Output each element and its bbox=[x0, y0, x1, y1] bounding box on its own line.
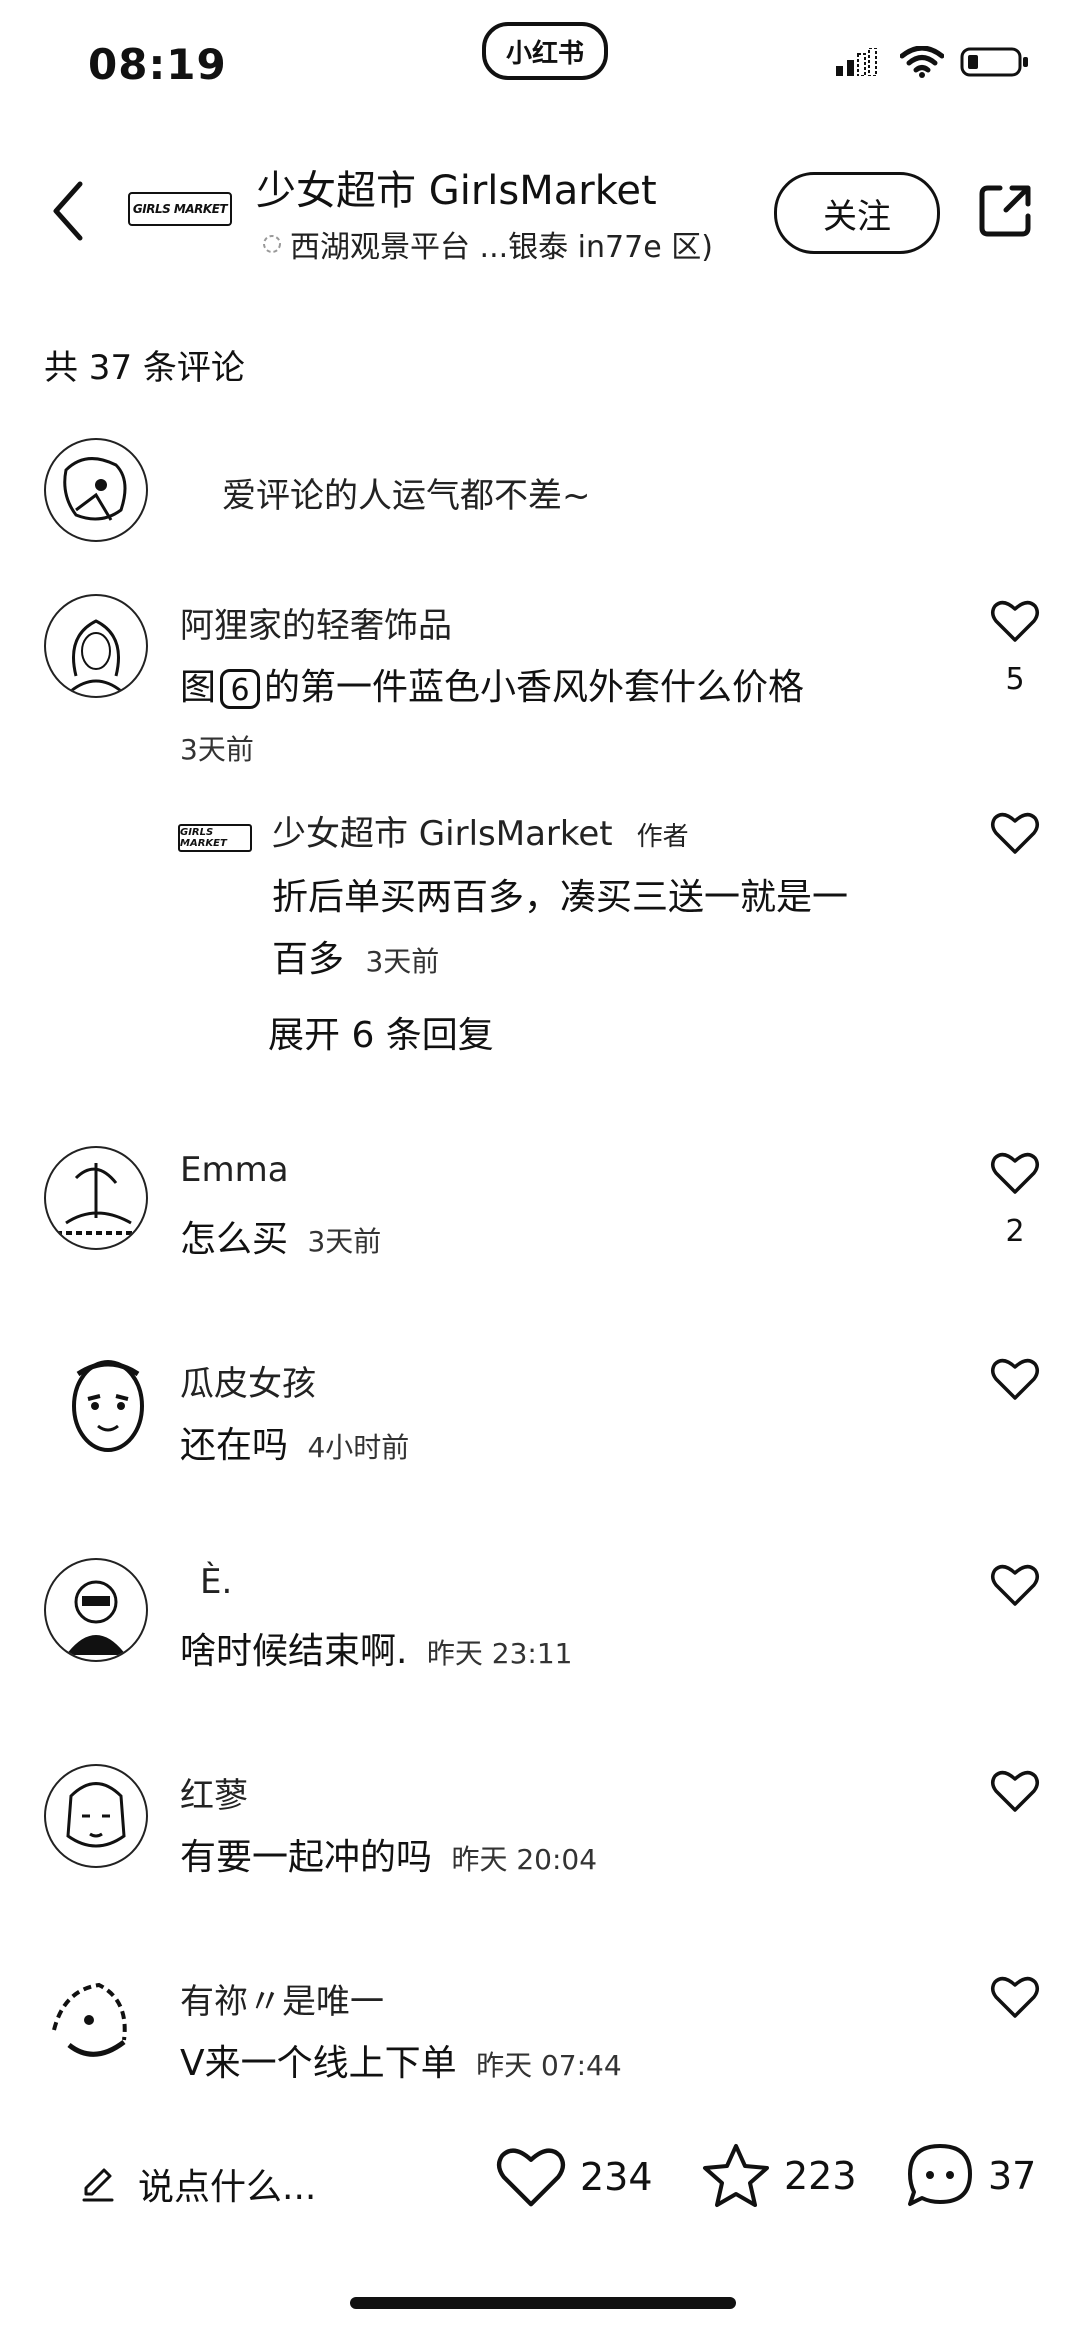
comment-time: 4小时前 bbox=[307, 1431, 410, 1464]
avatar-image bbox=[48, 442, 144, 538]
comment-text: 怎么买 bbox=[180, 1219, 289, 1260]
image-number-badge: 6 bbox=[220, 669, 261, 709]
reply-avatar[interactable]: GIRLS MARKET bbox=[178, 824, 252, 852]
location-label[interactable]: 西湖观景平台 ...银泰 in77e 区) bbox=[262, 222, 713, 266]
avatar-image bbox=[52, 1982, 127, 2057]
comment-text: 还在吗 bbox=[180, 1425, 289, 1466]
comment-input-placeholder: 说点什么... bbox=[138, 2167, 317, 2208]
post-comment-count: 37 bbox=[988, 2154, 1037, 2198]
reply-text: 折后单买两百多，凑买三送一就是一 bbox=[272, 877, 849, 918]
avatar[interactable] bbox=[58, 1354, 158, 1454]
reply-text-line2: 百多 3天前 bbox=[272, 930, 439, 982]
like-count: 5 bbox=[1005, 662, 1025, 697]
heart-icon bbox=[991, 1358, 1039, 1400]
favorite-post-button[interactable]: 223 bbox=[700, 2140, 857, 2212]
signal-icon bbox=[836, 48, 877, 76]
like-button[interactable] bbox=[990, 1356, 1040, 1406]
comment-time: 昨天 23:11 bbox=[426, 1637, 573, 1670]
comment-time: 昨天 07:44 bbox=[476, 2049, 622, 2082]
comment-input[interactable]: 说点什么... bbox=[78, 2158, 316, 2210]
comment-username[interactable]: È. bbox=[200, 1562, 232, 1602]
post-favorite-count: 223 bbox=[784, 2154, 857, 2198]
battery-icon bbox=[960, 47, 1028, 77]
avatar[interactable] bbox=[44, 1970, 144, 2070]
reply-username-row: 少女超市 GirlsMarket 作者 bbox=[272, 806, 689, 855]
avatar[interactable] bbox=[44, 1558, 148, 1662]
reply-like-button[interactable] bbox=[990, 810, 1040, 860]
reply-text-part: 百多 bbox=[272, 939, 345, 980]
comment-post-button[interactable]: 37 bbox=[904, 2140, 1036, 2212]
comment-time: 3天前 bbox=[307, 1225, 382, 1258]
comment-text-row: 有要一起冲的吗 昨天 20:04 bbox=[180, 1828, 597, 1880]
heart-icon bbox=[991, 812, 1039, 854]
loading-spinner-icon bbox=[263, 235, 281, 253]
comment-username[interactable]: 阿狸家的轻奢饰品 bbox=[180, 598, 452, 647]
like-button[interactable] bbox=[990, 1974, 1040, 2024]
home-indicator[interactable] bbox=[350, 2297, 736, 2309]
comment-text-row: 啥时候结束啊. 昨天 23:11 bbox=[180, 1622, 573, 1674]
like-count: 2 bbox=[1005, 1214, 1025, 1249]
reply-username[interactable]: 少女超市 GirlsMarket bbox=[272, 814, 613, 854]
back-button[interactable] bbox=[48, 178, 88, 248]
avatar[interactable] bbox=[44, 594, 148, 698]
heart-icon bbox=[496, 2148, 566, 2207]
comment-username[interactable]: Emma bbox=[180, 1150, 289, 1190]
comment-time: 昨天 20:04 bbox=[451, 1843, 598, 1876]
comment-text-row: 怎么买 3天前 bbox=[180, 1210, 381, 1262]
avatar-image bbox=[66, 1580, 126, 1655]
comment-username[interactable]: 红蓼 bbox=[180, 1768, 248, 1817]
pencil-icon bbox=[82, 2168, 114, 2202]
comment-input-prompt[interactable]: 爱评论的人运气都不差~ bbox=[222, 468, 591, 517]
chat-bubble-icon bbox=[908, 2144, 972, 2206]
comment-text: 图 6 的第一件蓝色小香风外套什么价格 bbox=[180, 658, 804, 710]
store-logo[interactable]: GIRLS MARKET bbox=[128, 192, 232, 226]
comment-text: 有要一起冲的吗 bbox=[180, 1837, 433, 1878]
comment-time: 3天前 bbox=[180, 733, 254, 766]
avatar-image bbox=[66, 1782, 126, 1848]
comment-username[interactable]: 有祢〃是唯一 bbox=[180, 1974, 384, 2023]
comment-count: 共 37 条评论 bbox=[44, 348, 245, 388]
share-button[interactable] bbox=[976, 182, 1034, 244]
avatar[interactable] bbox=[44, 1764, 148, 1868]
heart-icon bbox=[991, 1564, 1039, 1606]
heart-icon bbox=[991, 1152, 1039, 1194]
comment-text-part: 图 bbox=[180, 667, 217, 708]
app-badge: 小红书 bbox=[482, 22, 608, 80]
like-button[interactable] bbox=[990, 1150, 1040, 1200]
comment-text-row: V来一个线上下单 昨天 07:44 bbox=[180, 2034, 622, 2086]
heart-icon bbox=[991, 1976, 1039, 2018]
screen: 08:19 小红书 GIRLS MARKET 少女超市 GirlsMarket bbox=[0, 0, 1080, 2337]
post-like-count: 234 bbox=[580, 2155, 653, 2199]
chevron-left-icon bbox=[53, 181, 83, 241]
wifi-icon bbox=[900, 46, 944, 78]
like-button[interactable] bbox=[990, 598, 1040, 648]
status-time: 08:19 bbox=[88, 40, 227, 89]
like-button[interactable] bbox=[990, 1562, 1040, 1612]
reply-time: 3天前 bbox=[365, 945, 440, 978]
status-icons bbox=[836, 46, 1030, 78]
avatar-image bbox=[70, 619, 122, 693]
like-post-button[interactable]: 234 bbox=[494, 2144, 653, 2210]
heart-icon bbox=[991, 600, 1039, 642]
follow-button[interactable]: 关注 bbox=[774, 172, 940, 254]
heart-icon bbox=[991, 1770, 1039, 1812]
page-title[interactable]: 少女超市 GirlsMarket bbox=[256, 158, 657, 216]
comment-text-row: 还在吗 4小时前 bbox=[180, 1416, 409, 1468]
expand-replies-button[interactable]: 展开 6 条回复 bbox=[268, 1006, 494, 1058]
comment-username[interactable]: 瓜皮女孩 bbox=[180, 1356, 316, 1405]
comment-text: V来一个线上下单 bbox=[180, 2043, 457, 2084]
avatar-image bbox=[72, 1360, 144, 1452]
location-text: 西湖观景平台 ...银泰 in77e 区) bbox=[290, 230, 713, 265]
avatar[interactable] bbox=[44, 1146, 148, 1250]
comment-text-part: 的第一件蓝色小香风外套什么价格 bbox=[264, 667, 805, 708]
star-icon bbox=[703, 2144, 769, 2207]
share-icon bbox=[979, 185, 1031, 237]
author-tag: 作者 bbox=[636, 822, 689, 852]
comment-text: 啥时候结束啊. bbox=[180, 1631, 408, 1672]
avatar-image bbox=[56, 1163, 136, 1235]
my-avatar[interactable] bbox=[44, 438, 148, 542]
like-button[interactable] bbox=[990, 1768, 1040, 1818]
